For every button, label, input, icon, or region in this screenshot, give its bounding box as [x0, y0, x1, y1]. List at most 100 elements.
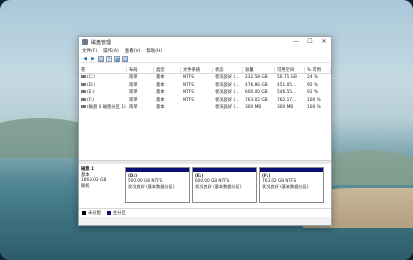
partition-block[interactable]: (F:) 763.02 GB NTFS 状况良好 (基本数据分区) [259, 167, 324, 203]
partition-body: (D:) 500.00 GB NTFS 状况良好 (基本数据分区) [126, 172, 189, 190]
cell-free-space: 451.05... [277, 82, 297, 88]
menu-view[interactable]: 查看(V) [125, 48, 141, 54]
cell-layout: 简单 [129, 90, 138, 95]
partition-body: (E:) 600.00 GB NTFS 状况良好 (基本数据分区) [193, 172, 256, 190]
volume-icon [81, 90, 86, 93]
cell-layout: 简单 [129, 82, 138, 88]
disk-management-window: 磁盘管理 — ☐ ✕ 文件(F) 操作(A) 查看(V) 帮助(H) ◀ ▶ ▤… [78, 36, 332, 226]
cell-layout: 简单 [129, 105, 138, 110]
volume-icon [81, 105, 86, 108]
table-row[interactable]: (D:) 简单 基本 NTFS 状况良好 (... 476.86 GB 451.… [79, 82, 331, 90]
cell-volume: (E:) [79, 89, 127, 97]
status-bar [79, 217, 331, 225]
cell-capacity: 300 MB [245, 105, 262, 110]
volume-label: (E:) [87, 90, 95, 95]
help-icon[interactable]: ? [106, 55, 112, 63]
cell-status: 状况良好 (... [215, 90, 240, 95]
properties-icon[interactable]: ▤ [98, 55, 104, 63]
cell-free-space: 56.71 GB [277, 75, 297, 80]
close-button[interactable]: ✕ [317, 37, 331, 47]
menu-help[interactable]: 帮助(H) [146, 48, 162, 54]
table-row[interactable]: (E:) 简单 基本 NTFS 状况良好 (... 600.00 GB 546.… [79, 89, 331, 97]
volume-list-icon[interactable]: ▤ [122, 55, 128, 63]
column-header-filesystem[interactable]: 文件系统 [181, 67, 213, 73]
column-header-status[interactable]: 状态 [213, 67, 243, 73]
cell-status: 状况良好 (... [215, 75, 240, 80]
volume-label: (D:) [87, 82, 96, 88]
cell-filesystem: NTFS [183, 90, 194, 95]
volume-label: (F:) [87, 97, 94, 103]
cell-capacity: 763.02 GB [245, 97, 268, 103]
column-header-layout[interactable]: 布局 [127, 67, 154, 73]
menu-action[interactable]: 操作(A) [103, 48, 119, 54]
toolbar: ◀ ▶ ▤ ? ▦ ▤ [79, 55, 331, 63]
partition-block[interactable]: (E:) 600.00 GB NTFS 状况良好 (基本数据分区) [192, 167, 257, 203]
partition-block[interactable]: (D:) 500.00 GB NTFS 状况良好 (基本数据分区) [125, 167, 190, 203]
volume-icon [81, 82, 86, 86]
volume-icon [81, 75, 86, 78]
cell-percent-free: 100 % [307, 105, 321, 110]
table-row[interactable]: (C:) 简单 基本 NTFS 状况良好 (... 232.58 GB 56.7… [79, 74, 331, 82]
cell-free-space: 300 MB [277, 105, 294, 110]
maximize-button[interactable]: ☐ [303, 37, 317, 47]
legend-primary: 主分区 [112, 211, 126, 216]
forward-icon[interactable]: ▶ [90, 56, 96, 62]
legend: 未分配 主分区 [79, 208, 331, 217]
cell-layout: 简单 [129, 75, 138, 80]
cell-capacity: 600.00 GB [245, 90, 268, 95]
cell-percent-free: 24 % [307, 75, 318, 80]
cell-capacity: 476.86 GB [245, 82, 268, 88]
cell-volume: (C:) [79, 74, 127, 82]
cell-percent-free: 95 % [307, 82, 318, 88]
table-row[interactable]: (磁盘 0 磁盘分区 1) 简单 基本 状况良好 (... 300 MB 300… [79, 104, 331, 112]
minimize-button[interactable]: — [289, 37, 303, 47]
cell-status: 状况良好 (... [215, 97, 240, 103]
disk-status: 联机 [81, 183, 90, 189]
menu-file[interactable]: 文件(F) [82, 48, 97, 54]
partition-status: 状况良好 (基本数据分区) [195, 183, 242, 189]
disk-graphical-pane: 磁盘 1 基本 1863.02 GB 联机 (D:) 500.00 GB NTF… [79, 164, 331, 205]
cell-type: 基本 [156, 75, 165, 80]
menu-bar: 文件(F) 操作(A) 查看(V) 帮助(H) [79, 47, 331, 55]
cell-type: 基本 [156, 82, 165, 88]
column-header-capacity[interactable]: 容量 [243, 67, 275, 73]
disk-list-icon[interactable]: ▦ [114, 55, 120, 63]
volume-icon [81, 97, 86, 101]
cell-volume: (F:) [79, 97, 127, 105]
partition-status: 状况良好 (基本数据分区) [128, 183, 175, 189]
cell-filesystem [181, 104, 213, 112]
cell-free-space: 546.55... [277, 90, 297, 95]
unallocated-swatch [82, 211, 86, 215]
window-title: 磁盘管理 [91, 39, 112, 46]
column-header-volume[interactable]: 卷 [79, 67, 127, 73]
desktop-wallpaper: 磁盘管理 — ☐ ✕ 文件(F) 操作(A) 查看(V) 帮助(H) ◀ ▶ ▤… [0, 0, 413, 260]
cell-percent-free: 91 % [307, 90, 318, 95]
partition-map: (D:) 500.00 GB NTFS 状况良好 (基本数据分区) (E:) 6… [125, 167, 329, 203]
table-row[interactable]: (F:) 简单 基本 NTFS 状况良好 (... 763.02 GB 762.… [79, 97, 331, 105]
title-bar[interactable]: 磁盘管理 — ☐ ✕ [79, 37, 331, 47]
volume-label: (磁盘 0 磁盘分区 1) [87, 105, 126, 110]
cell-filesystem: NTFS [183, 97, 194, 103]
disk-management-icon [82, 39, 88, 45]
cell-volume: (磁盘 0 磁盘分区 1) [79, 104, 127, 112]
cell-type: 基本 [156, 90, 165, 95]
cell-type: 基本 [156, 105, 165, 110]
disk-info[interactable]: 磁盘 1 基本 1863.02 GB 联机 [81, 167, 123, 203]
column-header-type[interactable]: 类型 [154, 67, 181, 73]
partition-status: 状况良好 (基本数据分区) [262, 183, 309, 189]
cell-layout: 简单 [129, 97, 138, 103]
back-icon[interactable]: ◀ [82, 56, 88, 62]
cell-free-space: 762.17... [277, 97, 297, 103]
cell-status: 状况良好 (... [215, 82, 240, 88]
cell-filesystem: NTFS [183, 82, 194, 88]
column-header-percent-free[interactable]: % 可用 [305, 67, 331, 73]
cell-volume: (D:) [79, 82, 127, 90]
column-header-free-space[interactable]: 可用空间 [275, 67, 305, 73]
cell-status: 状况良好 (... [215, 105, 240, 110]
cell-percent-free: 100 % [307, 97, 321, 103]
cell-filesystem: NTFS [183, 75, 194, 80]
table-header: 卷 布局 类型 文件系统 状态 容量 可用空间 % 可用 [79, 67, 331, 74]
partition-body: (F:) 763.02 GB NTFS 状况良好 (基本数据分区) [260, 172, 323, 190]
legend-unallocated: 未分配 [88, 211, 101, 216]
cell-type: 基本 [156, 97, 165, 103]
